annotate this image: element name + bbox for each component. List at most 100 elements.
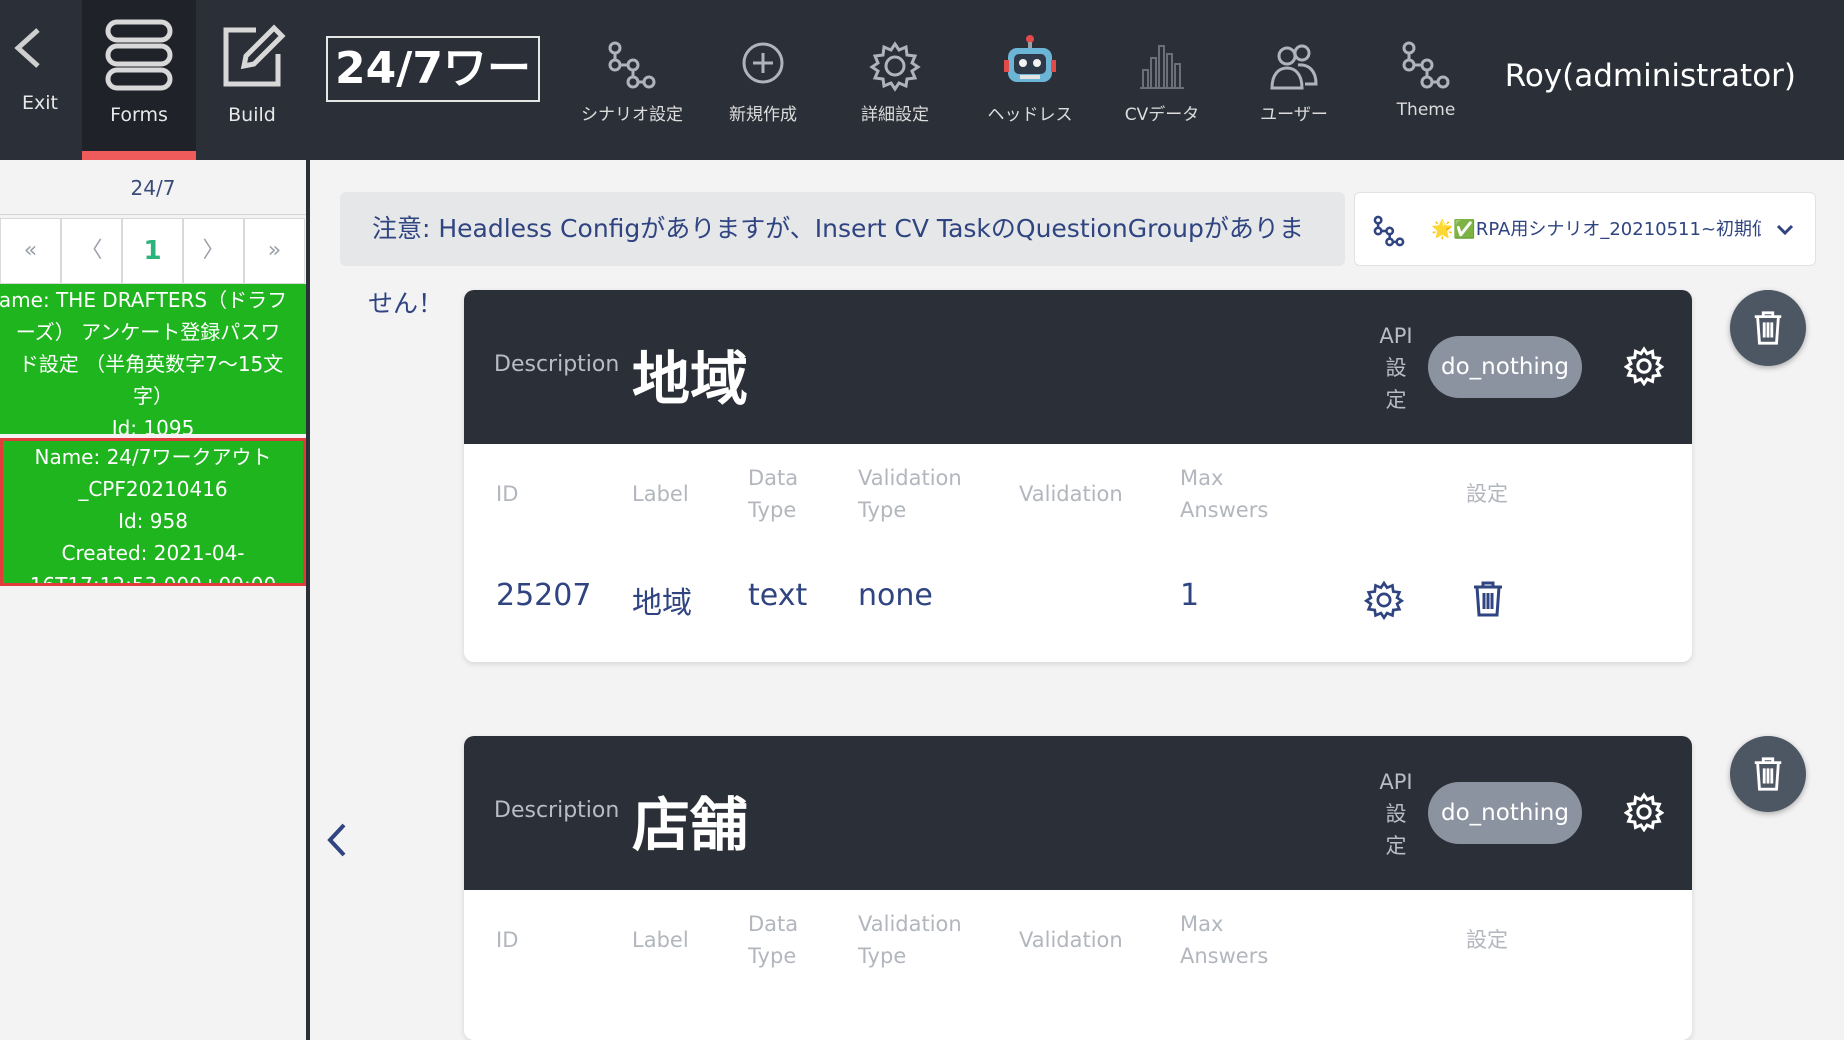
scenario-select[interactable]: 🌟✅RPA用シナリオ_20210511~初期値	[1354, 192, 1816, 266]
col-line: Answers	[1180, 498, 1269, 522]
api-action-pill[interactable]: do_nothing	[1428, 336, 1582, 398]
exit-button[interactable]: Exit	[0, 0, 80, 160]
gear-icon[interactable]	[1624, 346, 1664, 386]
item-line: Id: 1095	[111, 416, 195, 434]
api-settings-label: API 設 定	[1376, 320, 1416, 416]
card-header: Description 地域 API 設 定 do_nothing	[464, 290, 1692, 444]
stack-icon	[105, 19, 173, 91]
next-page-button[interactable]: 〉	[183, 218, 244, 284]
group-name: 地域	[632, 345, 749, 413]
form-list-sidebar: 24/7 « 〈 1 〉 » ame: THE DRAFTERS（ドラフ ーズ）…	[0, 160, 306, 1040]
app-name-box: 24/7ワー	[326, 36, 540, 102]
api-label-line: API	[1379, 770, 1413, 794]
item-line: _CPF20210416	[78, 477, 228, 501]
gear-icon	[869, 41, 921, 92]
scenario-select-value: 🌟✅RPA用シナリオ_20210511~初期値	[1431, 219, 1761, 240]
build-button[interactable]: Build	[200, 0, 304, 160]
item-line: Id: 958	[118, 509, 188, 533]
forms-button[interactable]: Forms	[82, 0, 196, 160]
top-bar: Exit Forms Build 24/7ワー シナリオ設定 新規作成 詳細設定	[0, 0, 1844, 160]
scenario-icon	[608, 41, 656, 89]
col-line: Type	[858, 944, 907, 968]
nav-label: ヘッドレス	[987, 105, 1073, 125]
nav-label: Theme	[1396, 100, 1456, 120]
bar-chart-icon	[1140, 45, 1184, 89]
col-label: Label	[632, 482, 689, 506]
page-1-button[interactable]: 1	[122, 218, 183, 284]
question-group-card: Description 地域 API 設 定 do_nothing ID Lab…	[464, 290, 1692, 662]
nav-label: ユーザー	[1260, 105, 1328, 125]
api-action-pill[interactable]: do_nothing	[1428, 782, 1582, 844]
item-line: ーズ） アンケート登録パスワ	[15, 320, 281, 344]
api-label-line: 定	[1385, 834, 1407, 858]
gear-icon[interactable]	[1624, 792, 1664, 832]
cell-data-type: text	[748, 578, 808, 613]
form-list-item[interactable]: ame: THE DRAFTERS（ドラフ ーズ） アンケート登録パスワ ド設定…	[0, 284, 306, 434]
col-line: Max	[1180, 466, 1224, 490]
col-id: ID	[496, 928, 519, 952]
col-max-answers: Max Answers	[1180, 908, 1268, 972]
nav-new[interactable]: 新規作成	[708, 0, 818, 140]
question-table-header: ID Label Data Type Validation Type Validat…	[464, 908, 1692, 974]
sidebar-title: 24/7	[0, 160, 306, 215]
edit-icon	[223, 24, 286, 87]
prev-page-button[interactable]: 〈	[61, 218, 122, 284]
col-line: Type	[748, 498, 797, 522]
api-label-line: API	[1379, 324, 1413, 348]
col-settings: 設定	[1466, 482, 1508, 506]
question-group-card: Description 店舗 API 設 定 do_nothing ID Lab…	[464, 736, 1692, 1040]
description-label: Description	[494, 352, 620, 377]
col-line: Type	[858, 498, 907, 522]
warning-notice-continued: せん！	[368, 289, 444, 318]
col-max-answers: Max Answers	[1180, 462, 1268, 526]
nav-detail-settings[interactable]: 詳細設定	[840, 0, 950, 140]
card-header: Description 店舗 API 設 定 do_nothing	[464, 736, 1692, 890]
item-line: ド設定 （半角英数字7〜15文	[18, 352, 284, 376]
trash-icon	[1754, 311, 1782, 345]
nav-label: 詳細設定	[861, 105, 929, 125]
group-name: 店舗	[632, 791, 749, 859]
trash-icon	[1754, 757, 1782, 791]
gear-icon[interactable]	[1364, 580, 1404, 620]
trash-icon[interactable]	[1472, 580, 1504, 618]
col-line: Max	[1180, 912, 1224, 936]
item-line: 字）	[133, 384, 173, 408]
col-validation-type: Validation Type	[858, 462, 962, 526]
warning-notice: 注意: Headless Configがありますが、Insert CV Task…	[340, 192, 1345, 266]
item-line: Name: 24/7ワークアウト	[34, 445, 272, 469]
nav-theme[interactable]: Theme	[1372, 0, 1480, 140]
col-line: Validation	[858, 912, 962, 936]
table-row: 25207 地域 text none 1	[464, 578, 1692, 628]
col-data-type: Data Type	[748, 462, 798, 526]
chevron-left-icon[interactable]	[326, 822, 348, 858]
delete-group-button[interactable]	[1730, 290, 1806, 366]
api-label-line: 設	[1385, 802, 1407, 826]
nav-cv-data[interactable]: CVデータ	[1108, 0, 1216, 140]
api-settings-label: API 設 定	[1376, 766, 1416, 862]
col-validation: Validation	[1019, 482, 1123, 506]
build-label: Build	[228, 104, 276, 126]
first-page-button[interactable]: «	[0, 218, 61, 284]
last-page-button[interactable]: »	[244, 218, 305, 284]
col-data-type: Data Type	[748, 908, 798, 972]
nav-label: CVデータ	[1124, 105, 1200, 125]
nav-users[interactable]: ユーザー	[1240, 0, 1348, 140]
user-name[interactable]: Roy(administrator)	[1505, 58, 1796, 94]
delete-group-button[interactable]	[1730, 736, 1806, 812]
col-settings: 設定	[1466, 928, 1508, 952]
description-label: Description	[494, 798, 620, 823]
nav-label: シナリオ設定	[581, 105, 683, 125]
col-line: Answers	[1180, 944, 1269, 968]
col-label: Label	[632, 928, 689, 952]
plus-circle-icon	[742, 42, 784, 84]
active-tab-indicator	[82, 151, 196, 160]
item-line: 16T17:12:53.000+09:00	[29, 573, 277, 586]
nav-headless[interactable]: ヘッドレス	[972, 0, 1088, 140]
nav-scenario-settings[interactable]: シナリオ設定	[572, 0, 692, 140]
form-list-item-selected[interactable]: Name: 24/7ワークアウト _CPF20210416 Id: 958 Cr…	[0, 438, 306, 586]
forms-label: Forms	[110, 104, 168, 126]
cell-id: 25207	[496, 578, 592, 613]
col-line: Data	[748, 466, 799, 490]
item-line: ame: THE DRAFTERS（ドラフ	[0, 288, 288, 312]
robot-icon	[1004, 35, 1056, 82]
